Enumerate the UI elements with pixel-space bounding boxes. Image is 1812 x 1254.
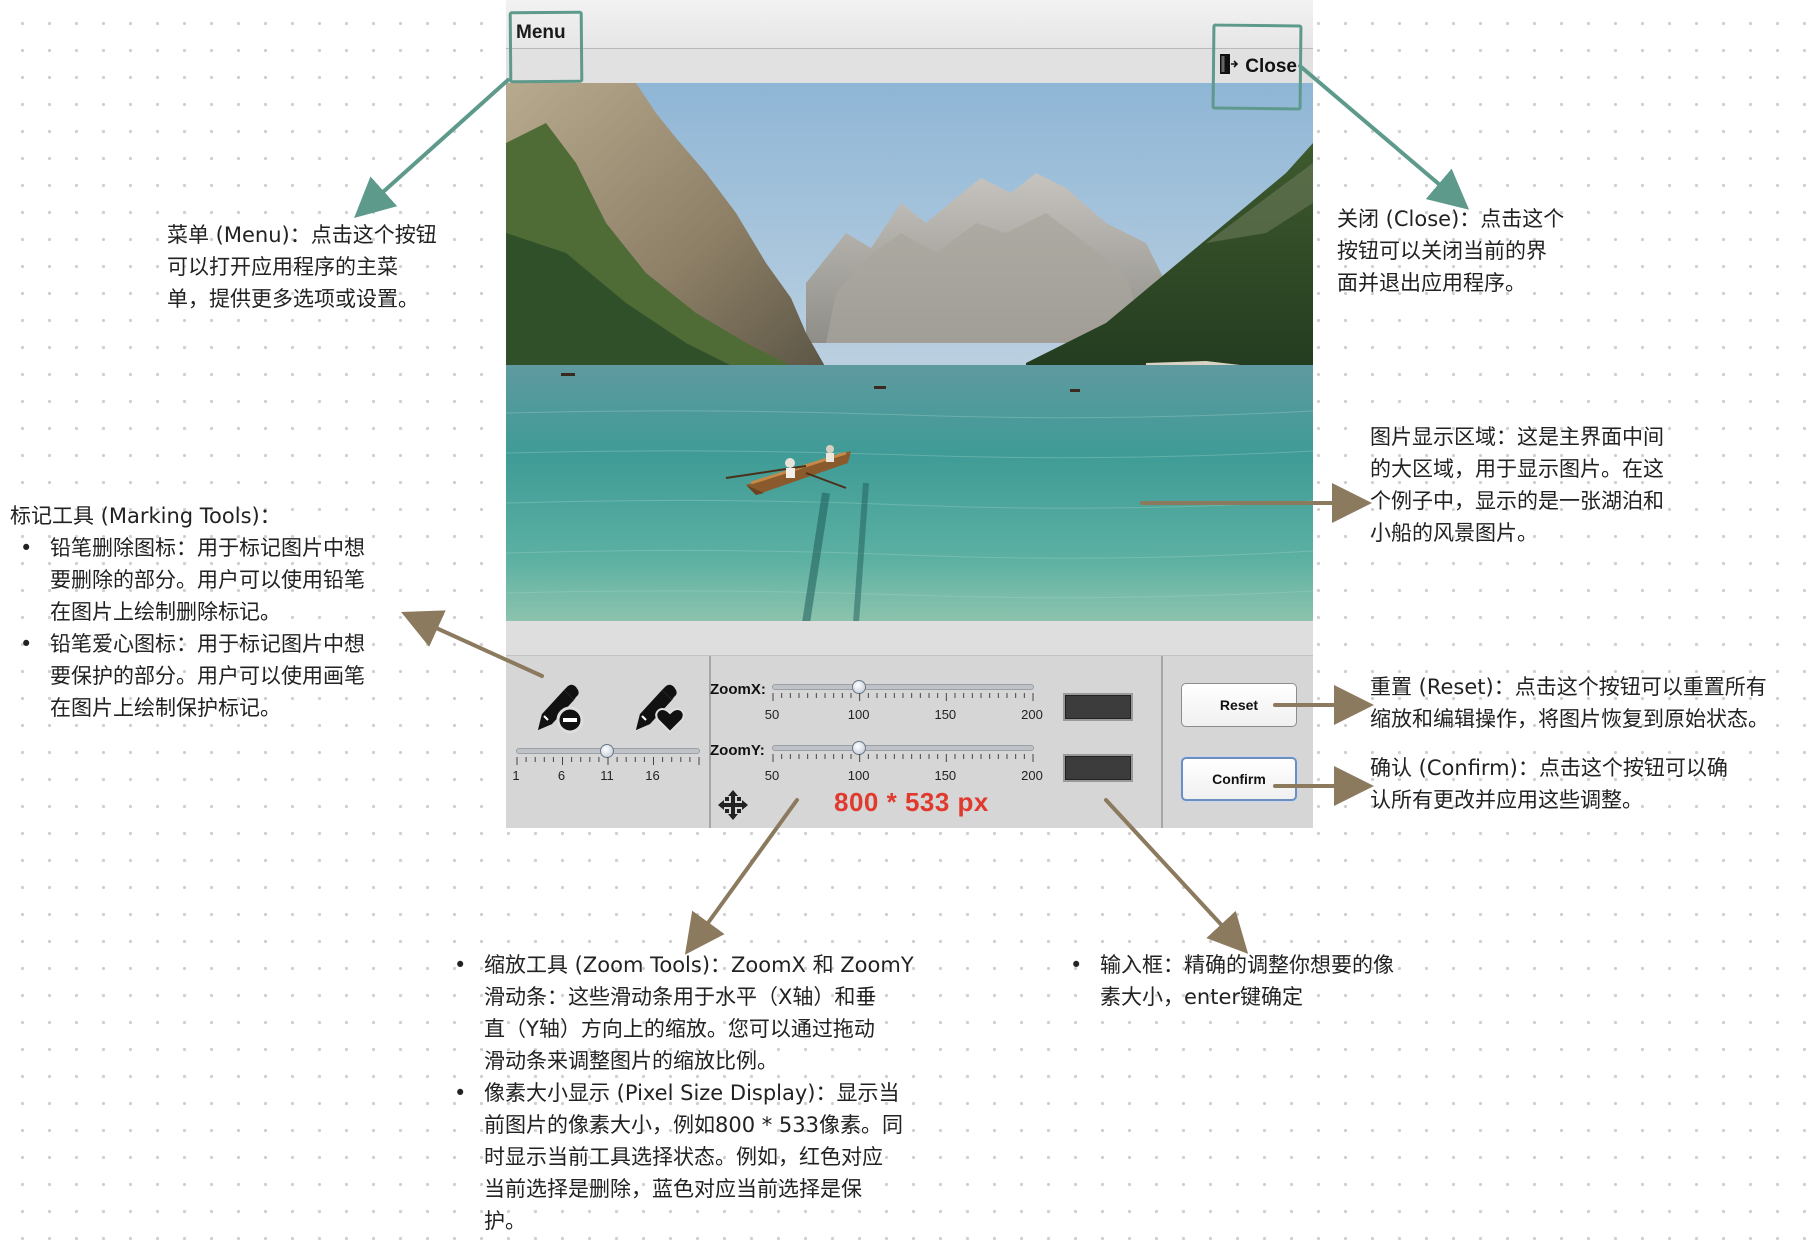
annotation-line: 要保护的部分。用户可以使用画笔 (50, 664, 365, 688)
zoom-y-ticks (772, 754, 1034, 762)
menu-bar: Menu (506, 0, 1313, 49)
brush-tick-label: 11 (600, 768, 614, 783)
menu-highlight-box (508, 10, 584, 84)
zoom-y-slider-track[interactable] (772, 745, 1034, 751)
annotation-line: 像素大小显示 (Pixel Size Display)：显示当 (484, 1081, 900, 1105)
annotation-line: 直（Y轴）方向上的缩放。您可以通过拖动 (484, 1017, 875, 1041)
zoom-x-slider-thumb[interactable] (851, 680, 866, 694)
marking-tools-annotation: 标记工具 (Marking Tools)： 铅笔删除图标：用于标记图片中想 要删… (10, 500, 365, 724)
annotation-line: 滑动条来调整图片的缩放比例。 (484, 1049, 778, 1073)
zoom-x-tick-label: 200 (1021, 707, 1043, 722)
pencil-delete-icon[interactable] (530, 678, 588, 736)
zoom-tools-annotation: 缩放工具 (Zoom Tools)：ZoomX 和 ZoomY 滑动条：这些滑动… (444, 949, 914, 1237)
confirm-button[interactable]: Confirm (1181, 757, 1297, 801)
annotation-line: 个例子中，显示的是一张湖泊和 (1370, 489, 1664, 513)
zoom-x-input[interactable] (1063, 693, 1133, 721)
annotation-line: 铅笔删除图标：用于标记图片中想 (50, 536, 365, 560)
annotation-line: 认所有更改并应用这些调整。 (1370, 788, 1643, 812)
annotation-line: 在图片上绘制删除标记。 (50, 600, 281, 624)
annotation-list: 输入框：精确的调整你想要的像 素大小，enter键确定 (1060, 949, 1394, 1013)
reset-button[interactable]: Reset (1181, 683, 1297, 727)
annotation-line: 素大小，enter键确定 (1100, 985, 1304, 1009)
list-item: 缩放工具 (Zoom Tools)：ZoomX 和 ZoomY 滑动条：这些滑动… (444, 949, 914, 1077)
pencil-heart-icon[interactable] (630, 678, 688, 736)
zoom-x-tick-label: 150 (934, 707, 957, 722)
close-annotation: 关闭 (Close)：点击这个 按钮可以关闭当前的界 面并退出应用程序。 (1337, 203, 1564, 299)
brush-tick-label: 6 (557, 768, 566, 783)
app-window: Menu Close 1 6 11 16 ZoomX: 50 100 150 2… (506, 0, 1313, 828)
list-item: 铅笔删除图标：用于标记图片中想 要删除的部分。用户可以使用铅笔 在图片上绘制删除… (10, 532, 365, 628)
input-box-annotation: 输入框：精确的调整你想要的像 素大小，enter键确定 (1060, 949, 1394, 1013)
menu-arrow (354, 78, 510, 219)
brush-size-ticks (516, 757, 700, 765)
brush-tick-label: 16 (645, 768, 660, 783)
annotation-line: 护。 (484, 1209, 526, 1233)
annotation-line: 铅笔爱心图标：用于标记图片中想 (50, 632, 365, 656)
confirm-annotation: 确认 (Confirm)：点击这个按钮可以确 认所有更改并应用这些调整。 (1370, 752, 1728, 816)
annotation-line: 按钮可以关闭当前的界 (1337, 239, 1547, 263)
annotation-line: 单，提供更多选项或设置。 (167, 287, 419, 311)
annotation-line: 缩放工具 (Zoom Tools)：ZoomX 和 ZoomY (484, 953, 914, 977)
annotation-line: 菜单 (Menu)：点击这个按钮 (167, 223, 437, 247)
annotation-line: 输入框：精确的调整你想要的像 (1100, 953, 1394, 977)
list-item: 输入框：精确的调整你想要的像 素大小，enter键确定 (1060, 949, 1394, 1013)
annotation-line: 要删除的部分。用户可以使用铅笔 (50, 568, 365, 592)
annotation-line: 前图片的像素大小，例如800 * 533像素。同 (484, 1113, 904, 1137)
brush-tick-label: 1 (512, 768, 520, 783)
list-item: 像素大小显示 (Pixel Size Display)：显示当 前图片的像素大小… (444, 1077, 914, 1237)
annotation-line: 确认 (Confirm)：点击这个按钮可以确 (1370, 756, 1728, 780)
zoom-x-tick-label: 50 (764, 707, 780, 722)
pixel-size-display: 800 * 533 px (834, 787, 989, 817)
annotation-title: 标记工具 (Marking Tools)： (10, 504, 281, 528)
annotation-line: 可以打开应用程序的主菜 (167, 255, 398, 279)
zoom-y-tick-label: 100 (847, 768, 870, 783)
image-display-area[interactable] (506, 83, 1313, 621)
annotation-line: 当前选择是删除，蓝色对应当前选择是保 (484, 1177, 862, 1201)
annotation-line: 图片显示区域：这是主界面中间 (1370, 425, 1664, 449)
reset-annotation: 重置 (Reset)：点击这个按钮可以重置所有 缩放和编辑操作，将图片恢复到原始… (1370, 671, 1769, 735)
annotation-line: 面并退出应用程序。 (1337, 271, 1526, 295)
brush-size-slider-thumb[interactable] (600, 744, 614, 758)
zoom-y-slider-thumb[interactable] (851, 741, 866, 755)
annotation-line: 缩放和编辑操作，将图片恢复到原始状态。 (1370, 707, 1769, 731)
zoom-y-tick-label: 200 (1021, 768, 1043, 783)
zoom-x-label: ZoomX: (710, 681, 766, 698)
close-highlight-box (1211, 23, 1303, 111)
annotation-list: 铅笔删除图标：用于标记图片中想 要删除的部分。用户可以使用铅笔 在图片上绘制删除… (10, 532, 365, 724)
zoom-x-tick-label: 100 (847, 707, 870, 722)
toolbar: Close (506, 49, 1313, 83)
zoom-y-label: ZoomY: (710, 742, 765, 759)
lake-boat-photo (506, 83, 1313, 621)
panel-divider (1161, 656, 1163, 828)
zoom-y-tick-label: 50 (764, 768, 780, 783)
annotation-line: 时显示当前工具选择状态。例如，红色对应 (484, 1145, 883, 1169)
move-icon[interactable] (718, 790, 748, 820)
annotation-line: 小船的风景图片。 (1370, 521, 1538, 545)
annotation-line: 在图片上绘制保护标记。 (50, 696, 281, 720)
zoom-y-tick-label: 150 (934, 768, 957, 783)
zoom-x-slider-track[interactable] (772, 684, 1034, 690)
annotation-list: 缩放工具 (Zoom Tools)：ZoomX 和 ZoomY 滑动条：这些滑动… (444, 949, 914, 1237)
close-arrow (1298, 64, 1470, 210)
image-area-annotation: 图片显示区域：这是主界面中间 的大区域，用于显示图片。在这 个例子中，显示的是一… (1370, 421, 1664, 549)
annotation-line: 滑动条：这些滑动条用于水平（X轴）和垂 (484, 985, 877, 1009)
annotation-line: 的大区域，用于显示图片。在这 (1370, 457, 1664, 481)
annotation-line: 关闭 (Close)：点击这个 (1337, 207, 1565, 231)
controls-panel: 1 6 11 16 ZoomX: 50 100 150 200 ZoomY: 5… (506, 655, 1313, 828)
menu-annotation: 菜单 (Menu)：点击这个按钮 可以打开应用程序的主菜 单，提供更多选项或设置… (167, 219, 437, 315)
zoom-y-input[interactable] (1063, 754, 1133, 782)
list-item: 铅笔爱心图标：用于标记图片中想 要保护的部分。用户可以使用画笔 在图片上绘制保护… (10, 628, 365, 724)
annotation-line: 重置 (Reset)：点击这个按钮可以重置所有 (1370, 675, 1767, 699)
zoom-x-ticks (772, 693, 1034, 701)
